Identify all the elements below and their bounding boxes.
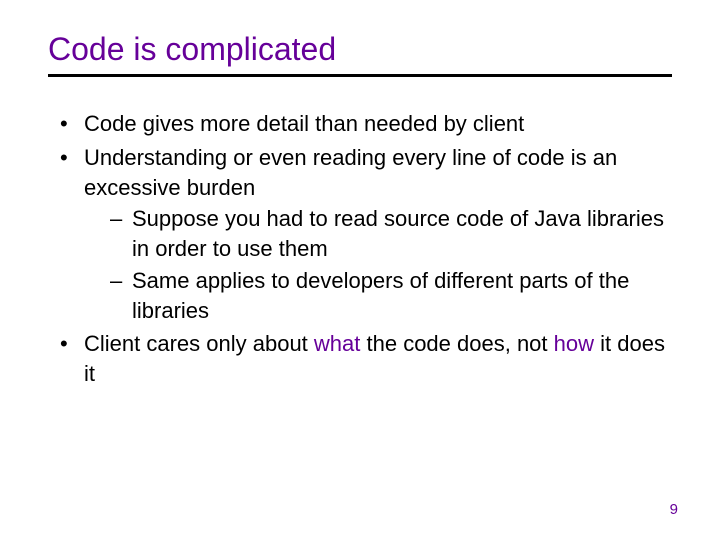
sub-list: Suppose you had to read source code of J… <box>84 204 672 325</box>
bullet-item: Code gives more detail than needed by cl… <box>60 109 672 139</box>
sub-text: Suppose you had to read source code of J… <box>132 206 664 261</box>
page-number: 9 <box>670 501 678 518</box>
sub-text: Same applies to developers of different … <box>132 268 629 323</box>
bullet-text: Understanding or even reading every line… <box>84 145 617 200</box>
slide-title: Code is complicated <box>48 30 672 68</box>
bullet-item: Client cares only about what the code do… <box>60 329 672 388</box>
bullet-list: Code gives more detail than needed by cl… <box>48 109 672 388</box>
accent-how: how <box>554 331 594 356</box>
accent-what: what <box>314 331 360 356</box>
bullet-text-mid: the code does, not <box>360 331 553 356</box>
sub-item: Suppose you had to read source code of J… <box>110 204 672 263</box>
slide: Code is complicated Code gives more deta… <box>0 0 720 540</box>
sub-item: Same applies to developers of different … <box>110 266 672 325</box>
title-block: Code is complicated <box>48 30 672 77</box>
bullet-text-pre: Client cares only about <box>84 331 314 356</box>
bullet-text: Code gives more detail than needed by cl… <box>84 111 524 136</box>
bullet-item: Understanding or even reading every line… <box>60 143 672 325</box>
